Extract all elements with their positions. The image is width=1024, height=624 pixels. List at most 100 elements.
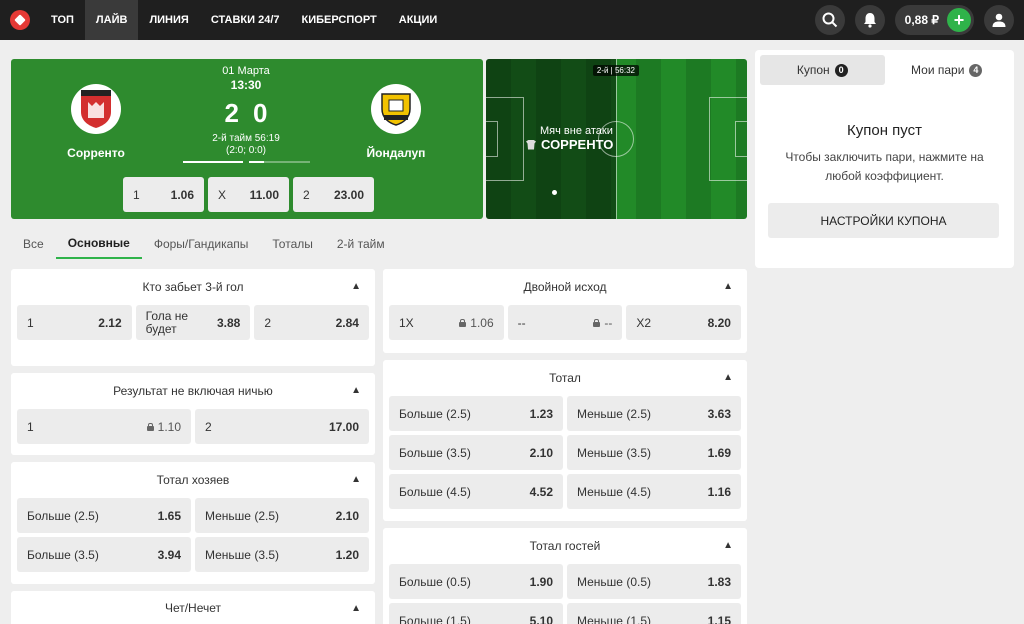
bet-cell[interactable]: Меньше (4.5) 1.16 xyxy=(567,474,741,509)
bet-cell[interactable]: Больше (2.5) 1.23 xyxy=(389,396,563,431)
nav-item-promos[interactable]: АКЦИИ xyxy=(388,0,449,40)
tab-totals[interactable]: Тоталы xyxy=(260,229,324,259)
nav-item-line[interactable]: ЛИНИЯ xyxy=(138,0,199,40)
coupon-count-badge: 0 xyxy=(834,63,848,77)
bet-cell[interactable]: Больше (0.5) 1.90 xyxy=(389,564,563,599)
field-event: Мяч вне атаки СОРРЕНТО xyxy=(526,125,613,152)
bet-cell[interactable]: Больше (3.5) 2.10 xyxy=(389,435,563,470)
market-header[interactable]: Результат не включая ничью ▲ xyxy=(11,373,375,409)
bet-cell-locked[interactable]: 1 1.10 xyxy=(17,409,191,444)
bet-odd: 2.84 xyxy=(335,315,359,330)
home-team-name: Сорренто xyxy=(67,146,125,160)
odd-draw[interactable]: X 11.00 xyxy=(208,177,289,212)
bet-cell[interactable]: Меньше (2.5) 3.63 xyxy=(567,396,741,431)
bet-cell[interactable]: Меньше (2.5) 2.10 xyxy=(195,498,369,533)
odd-label: 2 xyxy=(303,187,310,202)
main-odds: 1 1.06 X 11.00 2 23.00 xyxy=(123,177,374,212)
bet-odd: -- xyxy=(604,315,613,330)
bet-odd: 1.16 xyxy=(707,484,731,499)
bet-cell[interactable]: Больше (1.5) 5.10 xyxy=(389,603,563,624)
chevron-up-icon[interactable]: ▲ xyxy=(351,385,361,396)
nav-item-top[interactable]: ТОП xyxy=(40,0,85,40)
market-header[interactable]: Тотал ▲ xyxy=(383,360,747,396)
market-header[interactable]: Двойной исход ▲ xyxy=(383,269,747,305)
odd-label: X xyxy=(218,187,227,202)
tab-coupon[interactable]: Купон 0 xyxy=(760,55,885,85)
bet-label: Меньше (3.5) xyxy=(577,445,651,460)
bet-cell[interactable]: Меньше (1.5) 1.15 xyxy=(567,603,741,624)
bet-cell[interactable]: X2 8.20 xyxy=(626,305,741,340)
bet-label: Меньше (2.5) xyxy=(205,508,279,523)
bet-cell[interactable]: Больше (2.5) 1.65 xyxy=(17,498,191,533)
live-field-visualization[interactable]: 2-й | 56:32 Мяч вне атаки СОРРЕНТО xyxy=(486,59,747,219)
chevron-up-icon[interactable]: ▲ xyxy=(351,281,361,292)
nav-item-esports[interactable]: КИБЕРСПОРТ xyxy=(291,0,388,40)
bet-cell[interactable]: Меньше (0.5) 1.83 xyxy=(567,564,741,599)
second-half-progress xyxy=(249,161,310,163)
bet-odd: 2.10 xyxy=(335,508,359,523)
tab-second-half[interactable]: 2-й тайм xyxy=(325,229,397,259)
logo-icon[interactable] xyxy=(0,0,40,40)
bet-cell[interactable]: Больше (4.5) 4.52 xyxy=(389,474,563,509)
event-title: Мяч вне атаки xyxy=(540,125,613,137)
bet-label: Меньше (3.5) xyxy=(205,547,279,562)
away-score: 0 xyxy=(253,98,268,128)
chevron-up-icon[interactable]: ▲ xyxy=(723,540,733,551)
bet-cell[interactable]: Меньше (3.5) 1.20 xyxy=(195,537,369,572)
tab-my-bets[interactable]: Мои пари 4 xyxy=(885,55,1010,85)
bet-cell-locked[interactable]: -- -- xyxy=(507,305,623,340)
bell-icon[interactable] xyxy=(854,5,885,35)
odd-home-win[interactable]: 1 1.06 xyxy=(123,177,204,212)
lock-icon xyxy=(459,318,467,327)
market-title: Тотал хозяев xyxy=(156,473,230,487)
nav-item-live[interactable]: ЛАЙВ xyxy=(84,0,139,40)
chevron-up-icon[interactable]: ▲ xyxy=(723,281,733,292)
market-odd-even: Чет/Нечет ▲ xyxy=(11,591,375,624)
tab-handicaps[interactable]: Форы/Гандикапы xyxy=(142,229,261,259)
search-icon[interactable] xyxy=(814,5,845,35)
bet-odd: 5.10 xyxy=(529,613,553,624)
market-header[interactable]: Тотал хозяев ▲ xyxy=(11,462,375,498)
bet-odd: 8.20 xyxy=(707,315,731,330)
bet-cell[interactable]: 2 2.84 xyxy=(254,305,369,340)
bet-label: Больше (2.5) xyxy=(27,508,99,523)
coupon-empty-title: Купон пуст xyxy=(847,122,922,139)
bet-label: Меньше (0.5) xyxy=(577,574,651,589)
tab-main[interactable]: Основные xyxy=(55,229,142,259)
balance-widget[interactable]: 0,88 ₽ + xyxy=(894,5,974,35)
market-away-total: Тотал гостей ▲ Больше (0.5) 1.90 Меньше (0… xyxy=(383,528,747,624)
home-team-crest-icon xyxy=(71,84,121,134)
bet-odd: 1.69 xyxy=(707,445,731,460)
market-title: Тотал xyxy=(549,371,581,385)
bet-cell[interactable]: Больше (3.5) 3.94 xyxy=(17,537,191,572)
bet-odd: 1.10 xyxy=(157,419,181,434)
match-date: 01 Марта xyxy=(222,65,270,77)
chevron-up-icon[interactable]: ▲ xyxy=(723,372,733,383)
top-actions: 0,88 ₽ + xyxy=(814,0,1024,40)
market-header[interactable]: Кто забьет 3-й гол ▲ xyxy=(11,269,375,305)
deposit-button[interactable]: + xyxy=(947,8,971,32)
market-header[interactable]: Чет/Нечет ▲ xyxy=(11,591,375,624)
bet-cell[interactable]: Меньше (3.5) 1.69 xyxy=(567,435,741,470)
coupon-settings-button[interactable]: НАСТРОЙКИ КУПОНА xyxy=(768,203,999,238)
odd-away-win[interactable]: 2 23.00 xyxy=(293,177,374,212)
home-score: 2 xyxy=(224,98,239,128)
bet-cell[interactable]: 2 17.00 xyxy=(195,409,369,444)
bet-cell[interactable]: Гола не будет 3.88 xyxy=(135,305,251,340)
ball-position-dot xyxy=(552,190,557,195)
chevron-up-icon[interactable]: ▲ xyxy=(351,474,361,485)
bet-label: Больше (2.5) xyxy=(399,406,471,421)
bet-cell-locked[interactable]: 1X 1.06 xyxy=(389,305,504,340)
market-total: Тотал ▲ Больше (2.5) 1.23 Меньше (2.5) 3.63… xyxy=(383,360,747,521)
bet-cell[interactable]: 1 2.12 xyxy=(17,305,132,340)
nav-item-bets-247[interactable]: СТАВКИ 24/7 xyxy=(200,0,291,40)
tab-all[interactable]: Все xyxy=(11,229,56,259)
tab-my-bets-label: Мои пари xyxy=(911,63,965,77)
chevron-up-icon[interactable]: ▲ xyxy=(351,603,361,614)
my-bets-count-badge: 4 xyxy=(969,63,983,77)
user-icon[interactable] xyxy=(984,5,1014,35)
bet-label: Больше (4.5) xyxy=(399,484,471,499)
market-header[interactable]: Тотал гостей ▲ xyxy=(383,528,747,564)
first-half-progress-fill xyxy=(183,161,243,163)
odd-label: 1 xyxy=(133,187,140,202)
